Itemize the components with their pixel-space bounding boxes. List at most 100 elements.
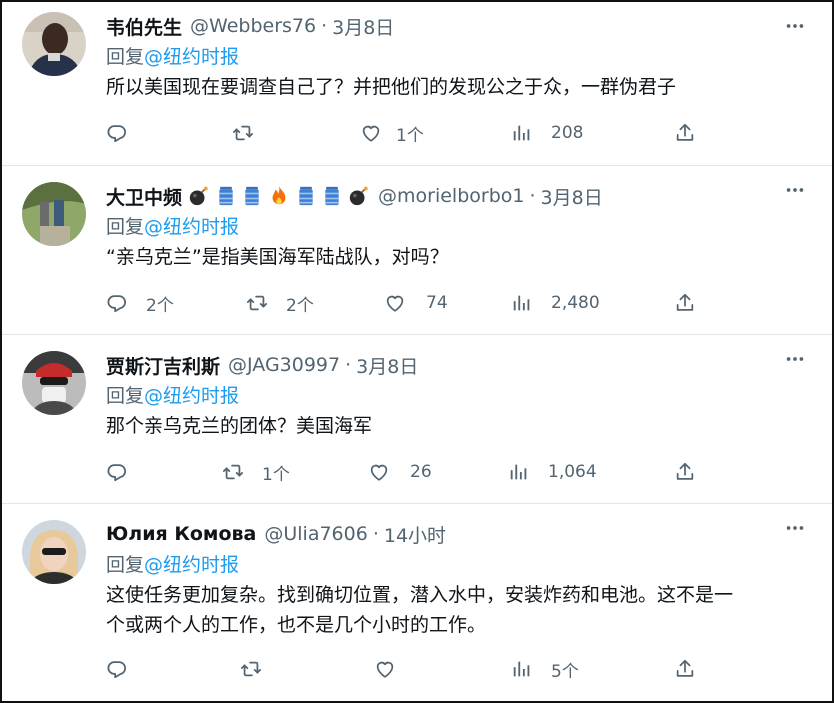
reply-button[interactable] [106,654,138,684]
reply-context: 回复@纽约时报 [106,550,772,580]
author-handle[interactable]: @morielborbo1 [378,185,524,207]
bomb-icon [348,185,370,207]
tweet-text: “亲乌克兰”是指美国海军陆战队，对吗？ [106,246,449,268]
views-icon [508,461,530,483]
author-handle[interactable]: @Ulia7606 [264,523,367,545]
tweet-header: 韦伯先生 @Webbers76 · 3月8日 [106,10,772,42]
tweet-header: Юлия Комова @Ulia7606 · 14小时 [106,518,772,550]
views-button[interactable]: 2,480 [511,288,600,318]
timestamp[interactable]: 3月8日 [356,352,418,379]
share-button[interactable] [674,457,696,487]
views-count: 208 [551,123,584,143]
more-options-icon[interactable] [780,516,810,540]
mention-link[interactable]: @纽约时报 [144,554,239,576]
tweet-replies-panel: 韦伯先生 @Webbers76 · 3月8日 回复@纽约时报 所以美国现在要调查… [0,0,834,703]
views-icon [511,658,533,680]
tweet-text-line: 个或两个人的工作，也不是几个小时的工作。 [106,614,487,636]
author-handle[interactable]: @Webbers76 [190,15,316,37]
author-handle[interactable]: @JAG30997 [228,354,340,376]
reply-context: 回复@纽约时报 [106,212,772,242]
retweet-count: 2个 [286,295,314,316]
avatar[interactable] [22,182,86,246]
reply-prefix: 回复 [106,554,145,576]
tweet-header: 大卫中频 @morielborbo1 · 3月8日 [106,180,772,212]
fire-icon [268,185,290,207]
name-emojis [188,185,370,207]
retweet-icon [246,292,268,314]
share-button[interactable] [674,654,696,684]
views-button[interactable]: 1,064 [508,457,597,487]
tweet[interactable]: Юлия Комова @Ulia7606 · 14小时 回复@纽约时报 这使任… [2,504,832,701]
water-bottle-icon [242,185,262,207]
author-name[interactable]: Юлия Комова [106,523,256,545]
more-options-icon[interactable] [780,347,810,371]
reply-count: 2个 [146,295,174,316]
retweet-button[interactable]: 2个 [246,288,314,318]
reply-icon [106,658,128,680]
share-icon [674,658,696,680]
like-button[interactable]: 74 [384,288,448,318]
more-options-icon[interactable] [780,178,810,202]
tweet-text: 所以美国现在要调查自己了？并把他们的发现公之于众，一群伪君子 [106,76,677,98]
tweet-body: 贾斯汀吉利斯 @JAG30997 · 3月8日 回复@纽约时报 那个亲乌克兰的团… [106,349,772,441]
avatar[interactable] [22,520,86,584]
tweet[interactable]: 贾斯汀吉利斯 @JAG30997 · 3月8日 回复@纽约时报 那个亲乌克兰的团… [2,335,832,504]
like-icon [368,461,390,483]
separator-dot: · [529,185,536,207]
author-name[interactable]: 贾斯汀吉利斯 [106,352,220,379]
retweet-button[interactable] [232,118,264,148]
like-count: 26 [410,462,432,482]
reply-button[interactable]: 2个 [106,288,174,318]
views-count: 5个 [551,661,579,682]
tweet-header: 贾斯汀吉利斯 @JAG30997 · 3月8日 [106,349,772,381]
separator-dot: · [372,523,379,545]
timestamp[interactable]: 3月8日 [541,183,603,210]
views-count: 1,064 [548,462,597,482]
views-button[interactable]: 5个 [511,654,579,684]
like-button[interactable]: 26 [368,457,432,487]
tweet[interactable]: 韦伯先生 @Webbers76 · 3月8日 回复@纽约时报 所以美国现在要调查… [2,2,832,166]
retweet-icon [240,658,262,680]
water-bottle-icon [322,185,342,207]
timestamp[interactable]: 14小时 [384,521,446,548]
reply-icon [106,292,128,314]
action-bar: 5个 [106,654,726,684]
mention-link[interactable]: @纽约时报 [144,216,239,238]
like-icon [384,292,406,314]
views-button[interactable]: 208 [511,118,583,148]
like-count: 1个 [396,125,424,146]
avatar[interactable] [22,12,86,76]
reply-prefix: 回复 [106,216,145,238]
avatar[interactable] [22,351,86,415]
timestamp[interactable]: 3月8日 [332,13,394,40]
share-button[interactable] [674,118,696,148]
reply-button[interactable] [106,457,138,487]
views-icon [511,122,533,144]
mention-link[interactable]: @纽约时报 [144,46,239,68]
tweet-body: 韦伯先生 @Webbers76 · 3月8日 回复@纽约时报 所以美国现在要调查… [106,10,772,102]
tweet-text: 这使任务更加复杂。找到确切位置，潜入水中，安装炸药和电池。这不是一 个或两个人的… [106,580,772,640]
author-name[interactable]: 大卫中频 [106,183,182,210]
mention-link[interactable]: @纽约时报 [144,385,239,407]
like-count: 74 [426,293,448,313]
like-button[interactable] [374,654,406,684]
reply-prefix: 回复 [106,46,145,68]
reply-context: 回复@纽约时报 [106,42,772,72]
tweet[interactable]: 大卫中频 @morielborbo1 · 3月8日 回复@纽约时报 “亲乌克兰”… [2,166,832,335]
reply-prefix: 回复 [106,385,145,407]
retweet-icon [222,461,244,483]
share-button[interactable] [674,288,696,318]
more-options-icon[interactable] [780,14,810,38]
author-name[interactable]: 韦伯先生 [106,13,182,40]
views-count: 2,480 [551,293,600,313]
views-icon [511,292,533,314]
retweet-button[interactable]: 1个 [222,457,290,487]
action-bar: 2个 2个 74 2,480 [106,288,726,318]
action-bar: 1个 26 1,064 [106,457,726,487]
reply-button[interactable] [106,118,138,148]
share-icon [674,461,696,483]
separator-dot: · [321,15,328,37]
retweet-button[interactable] [240,654,272,684]
like-button[interactable]: 1个 [360,118,424,148]
reply-icon [106,122,128,144]
